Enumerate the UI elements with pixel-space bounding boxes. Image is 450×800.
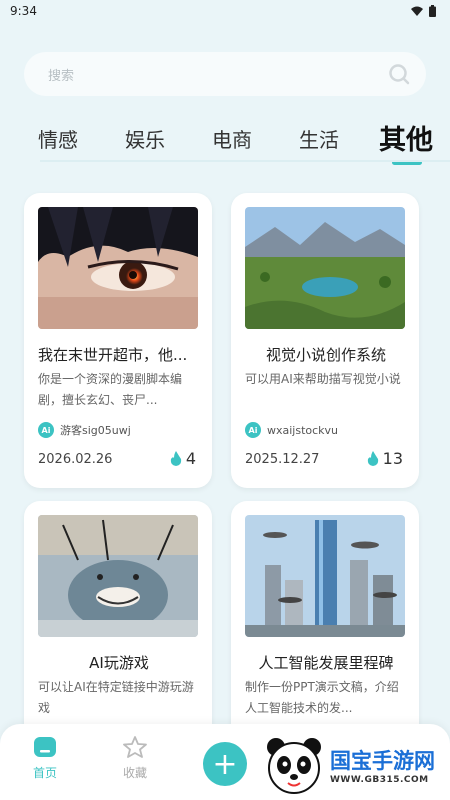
card-date: 2025.12.27	[245, 452, 320, 467]
card-image-anime-eye	[38, 207, 198, 329]
watermark-url: WWW.GB315.COM	[330, 775, 429, 785]
search-input[interactable]: 搜索	[48, 65, 74, 84]
author-name: wxaijstockvu	[267, 423, 339, 437]
panda-logo-icon	[267, 738, 321, 794]
hot-count: 4	[185, 449, 196, 468]
card-date: 2026.02.26	[38, 452, 113, 467]
search-icon[interactable]	[388, 63, 410, 85]
card-description: 可以让AI在特定链接中游玩游戏	[38, 680, 194, 715]
tab-ecommerce[interactable]: 电商	[212, 124, 252, 153]
star-icon	[123, 736, 147, 758]
status-time: 9:34	[10, 4, 37, 18]
card-description: 制作一份PPT演示文稿，介绍人工智能技术的发...	[245, 680, 399, 715]
card-hot-count: 4	[170, 449, 196, 468]
card-hot-count: 13	[367, 449, 403, 468]
card-item[interactable]: 我在末世开超市，他... 你是一个资深的漫剧脚本编剧，擅长玄幻、丧尸... Ai…	[24, 193, 212, 488]
nav-favorites-label: 收藏	[122, 766, 147, 780]
search-box[interactable]: 搜索	[24, 52, 426, 96]
card-image-game-creature	[38, 515, 198, 637]
card-description: 你是一个资深的漫剧脚本编剧，擅长玄幻、丧尸...	[38, 372, 183, 407]
card-title: 人工智能发展里程碑	[258, 654, 394, 672]
card-item[interactable]: 视觉小说创作系统 可以用AI来帮助描写视觉小说 Ai wxaijstockvu …	[231, 193, 419, 488]
card-title: AI玩游戏	[89, 654, 149, 672]
status-icons	[411, 5, 436, 17]
home-icon	[34, 737, 56, 757]
nav-home-label: 首页	[32, 766, 57, 780]
tab-divider	[40, 160, 450, 162]
tab-other[interactable]: 其他	[379, 118, 433, 157]
watermark-text: 国宝手游网 WWW.GB315.COM	[330, 745, 435, 785]
site-watermark: 国宝手游网 WWW.GB315.COM	[262, 730, 450, 800]
wifi-icon	[411, 6, 423, 16]
card-image-landscape	[245, 207, 405, 329]
watermark-title: 国宝手游网	[330, 749, 435, 773]
card-image-future-city	[245, 515, 405, 637]
add-button[interactable]: +	[203, 742, 247, 786]
ai-badge-icon: Ai	[38, 422, 54, 438]
tab-life[interactable]: 生活	[299, 124, 339, 153]
status-bar: 9:34	[0, 0, 450, 22]
card-item[interactable]: AI玩游戏 可以让AI在特定链接中游玩游戏	[24, 501, 212, 741]
flame-icon	[367, 451, 378, 466]
card-title: 我在末世开超市，他...	[38, 346, 188, 364]
hot-count: 13	[382, 449, 403, 468]
card-item[interactable]: 人工智能发展里程碑 制作一份PPT演示文稿，介绍人工智能技术的发...	[231, 501, 419, 741]
tab-emotion[interactable]: 情感	[38, 124, 78, 153]
nav-home[interactable]: 首页	[20, 736, 70, 781]
card-author: Ai wxaijstockvu	[245, 422, 338, 438]
ai-badge-icon: Ai	[245, 422, 261, 438]
tab-entertainment[interactable]: 娱乐	[125, 124, 165, 153]
card-author: Ai 游客sig05uwj	[38, 422, 131, 438]
battery-icon	[429, 5, 436, 17]
author-name: 游客sig05uwj	[60, 424, 131, 437]
card-title: 视觉小说创作系统	[265, 346, 386, 364]
flame-icon	[170, 451, 181, 466]
nav-favorites[interactable]: 收藏	[110, 736, 160, 781]
card-description: 可以用AI来帮助描写视觉小说	[245, 372, 401, 386]
